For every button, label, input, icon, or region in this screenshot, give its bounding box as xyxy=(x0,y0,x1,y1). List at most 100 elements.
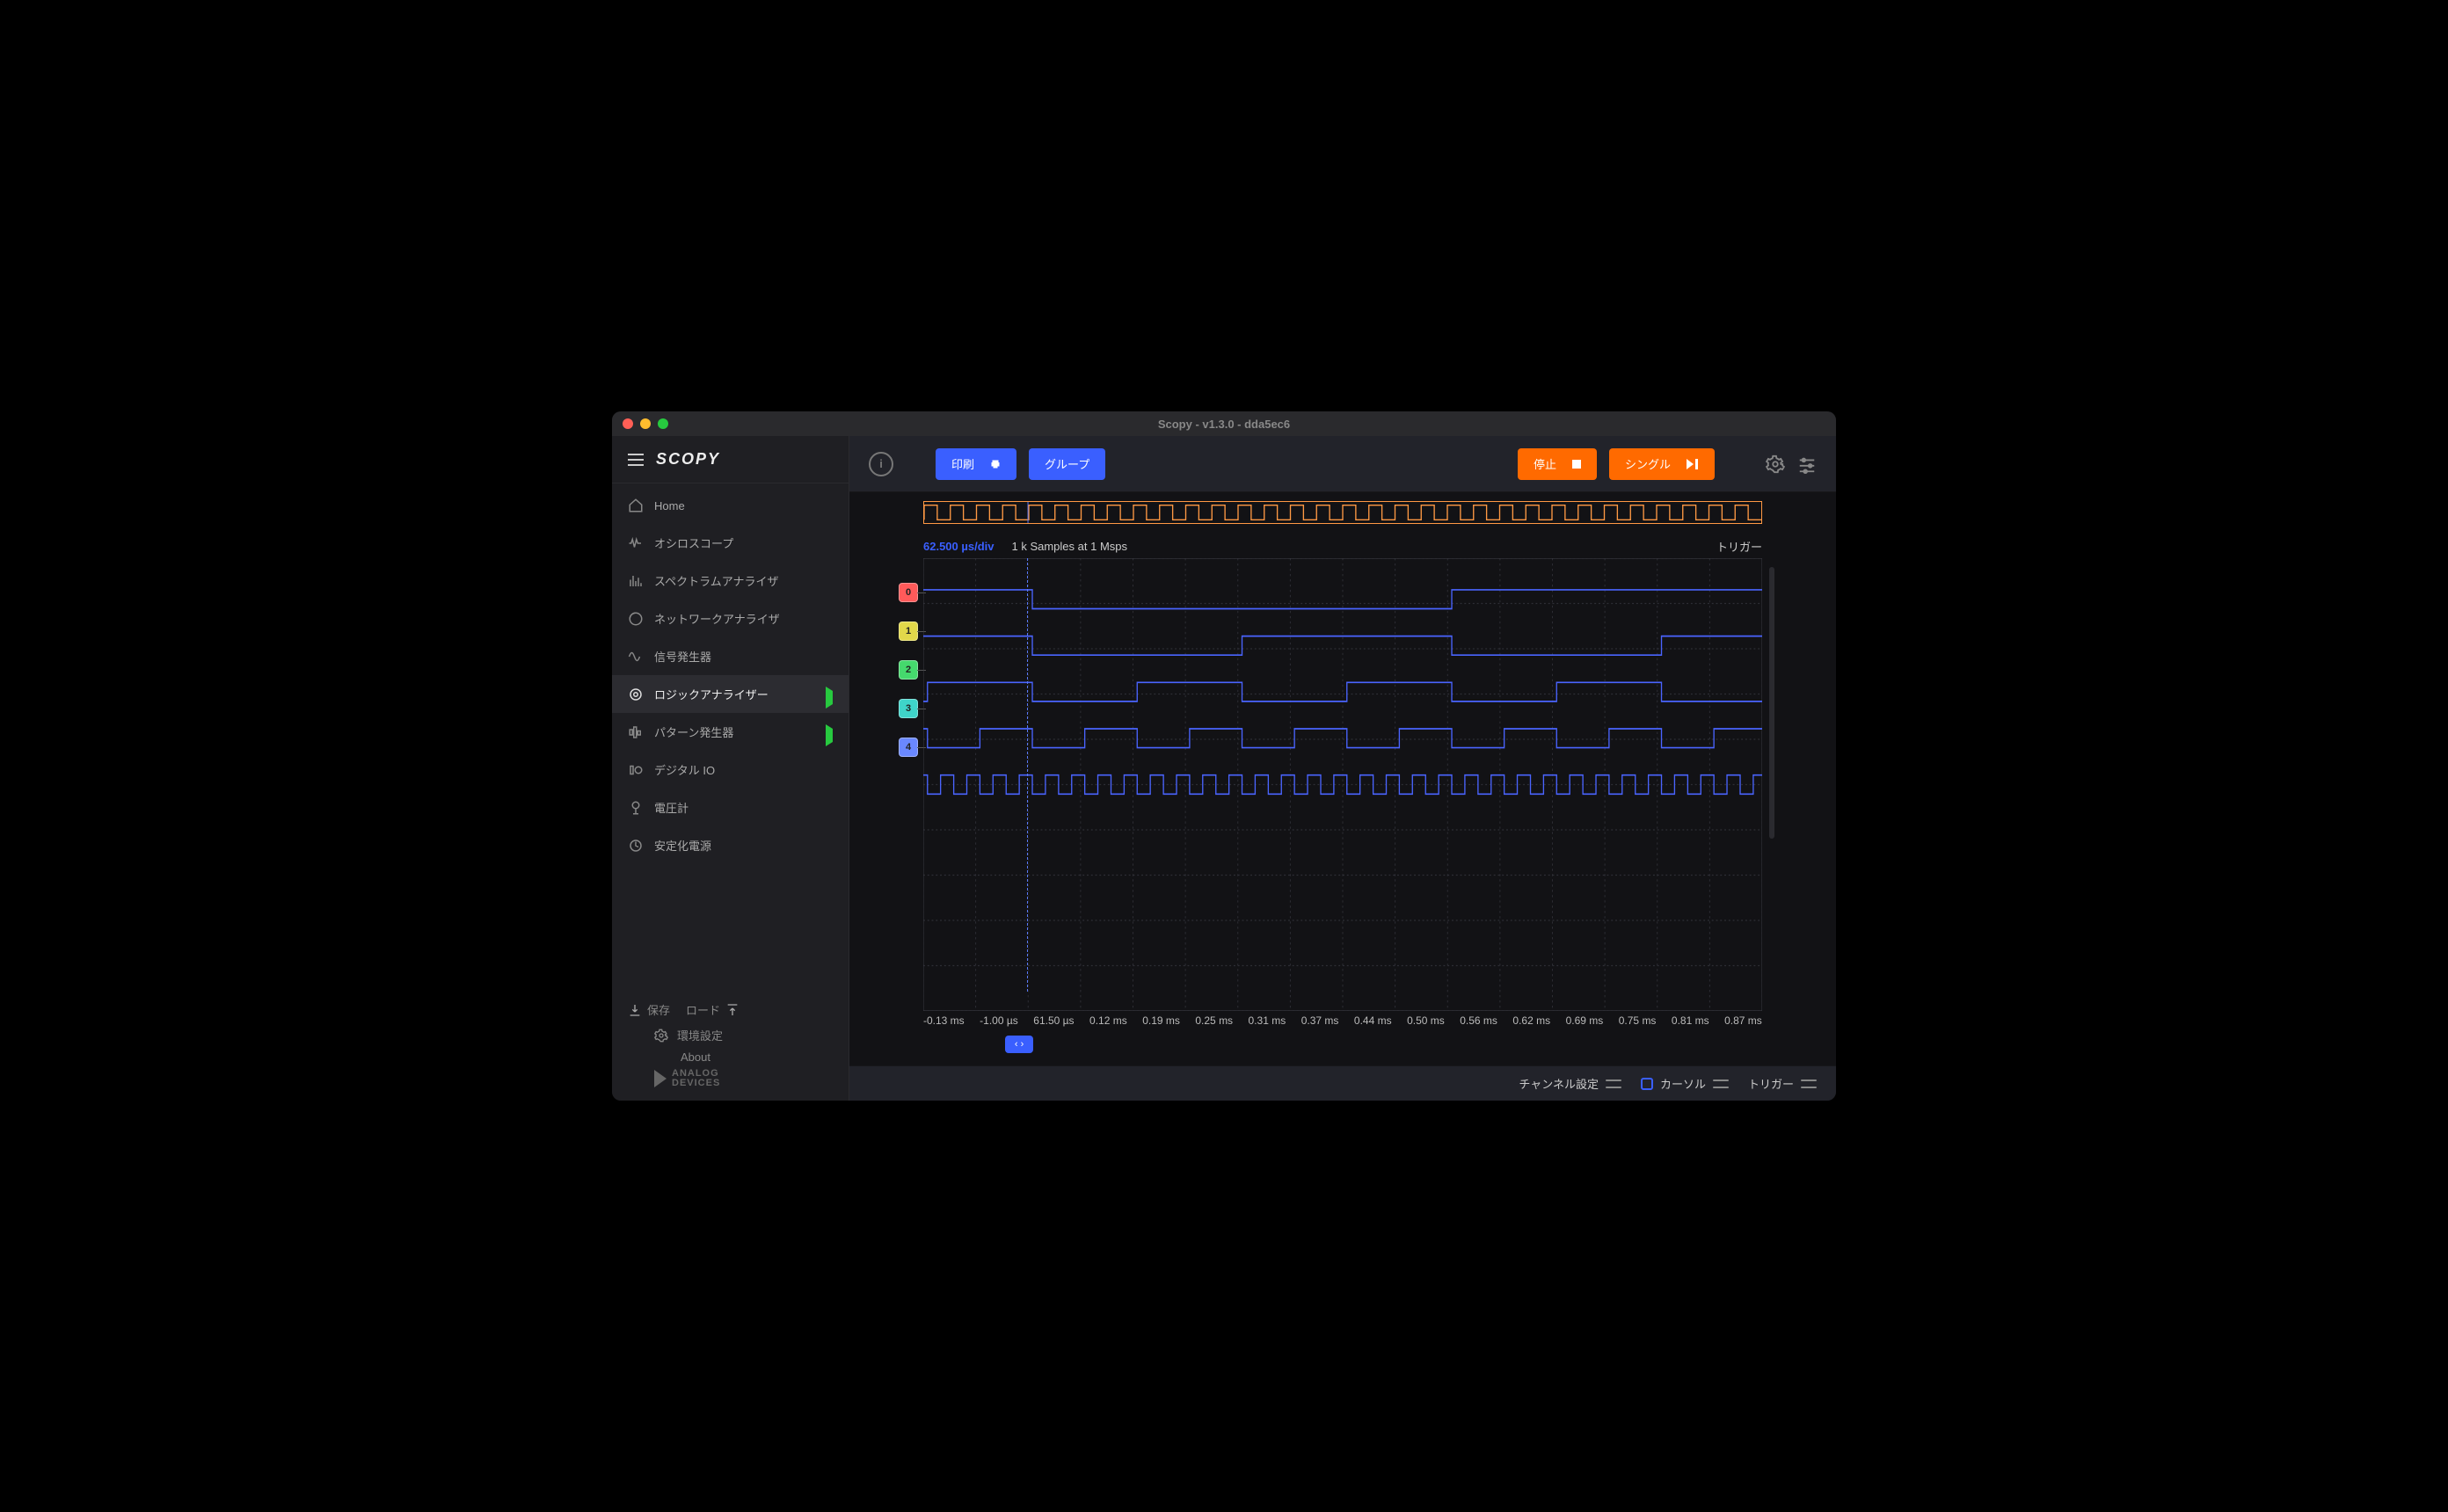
samples-label: 1 k Samples at 1 Msps xyxy=(1012,540,1128,553)
analog-devices-icon xyxy=(654,1070,667,1087)
group-button[interactable]: グループ xyxy=(1029,448,1105,480)
home-icon xyxy=(628,498,644,513)
x-tick: 0.31 ms xyxy=(1249,1014,1286,1032)
channel-tag-1[interactable]: 1 xyxy=(899,622,918,641)
overview-waveform[interactable] xyxy=(923,501,1762,524)
gear-icon[interactable] xyxy=(1766,454,1785,474)
channel-tag-0[interactable]: 0 xyxy=(899,583,918,602)
sidebar-item-spec[interactable]: スペクトラムアナライザ xyxy=(612,562,849,600)
app-logo: SCOPY xyxy=(656,450,720,469)
sidebar-item-osc[interactable]: オシロスコープ xyxy=(612,524,849,562)
timebase-label: 62.500 µs/div xyxy=(923,540,994,553)
logic-icon xyxy=(628,687,644,702)
checkbox-icon xyxy=(1641,1078,1653,1090)
trigger-settings-button[interactable]: トリガー xyxy=(1748,1075,1817,1092)
menu-icon[interactable] xyxy=(628,454,644,466)
stop-button[interactable]: 停止 xyxy=(1518,448,1597,480)
sidebar-footer: 保存 ロード 環境設定 About ANALOGDEVICES xyxy=(612,988,849,1101)
sidebar-item-label: ネットワークアナライザ xyxy=(654,610,780,627)
siggen-icon xyxy=(628,649,644,665)
print-button[interactable]: 印刷 xyxy=(936,448,1016,480)
x-axis: -0.13 ms -1.00 µs 61.50 µs 0.12 ms 0.19 ms 0.… xyxy=(923,1014,1762,1032)
sidebar-item-label: パターン発生器 xyxy=(654,723,733,740)
sidebar: SCOPY Home オシロスコープスペクトラムアナライザネットワークアナライザ信… xyxy=(612,436,849,1101)
info-icon[interactable]: i xyxy=(869,452,893,476)
x-tick: 0.50 ms xyxy=(1407,1014,1445,1032)
x-tick: 0.87 ms xyxy=(1724,1014,1762,1032)
sidebar-item-dio[interactable]: デジタル IO xyxy=(612,751,849,789)
cursor-handle[interactable]: ‹ › xyxy=(1005,1036,1033,1053)
x-tick: 0.19 ms xyxy=(1142,1014,1180,1032)
channel-tag-3[interactable]: 3 xyxy=(899,699,918,718)
channel-tag-4[interactable]: 4 xyxy=(899,738,918,757)
osc-icon xyxy=(628,535,644,551)
load-button[interactable]: ロード xyxy=(686,1001,740,1018)
canvas-area: 62.500 µs/div 1 k Samples at 1 Msps トリガー… xyxy=(849,492,1836,1065)
x-tick: 0.62 ms xyxy=(1512,1014,1550,1032)
printer-icon xyxy=(990,459,1001,469)
x-tick: 0.69 ms xyxy=(1566,1014,1604,1032)
x-tick: -0.13 ms xyxy=(923,1014,965,1032)
sidebar-nav: Home オシロスコープスペクトラムアナライザネットワークアナライザ信号発生器ロジ… xyxy=(612,483,849,988)
x-tick: 0.12 ms xyxy=(1089,1014,1127,1032)
about-link[interactable]: About xyxy=(628,1050,833,1064)
sidebar-item-net[interactable]: ネットワークアナライザ xyxy=(612,600,849,637)
sidebar-item-label: Home xyxy=(654,499,685,512)
sidebar-item-label: オシロスコープ xyxy=(654,534,733,551)
x-tick: 0.37 ms xyxy=(1301,1014,1339,1032)
stop-icon xyxy=(1572,460,1581,469)
sidebar-item-label: スペクトラムアナライザ xyxy=(654,572,778,589)
save-button[interactable]: 保存 xyxy=(628,1001,670,1018)
x-tick: 0.44 ms xyxy=(1354,1014,1392,1032)
x-tick: 0.25 ms xyxy=(1195,1014,1233,1032)
sidebar-item-psu[interactable]: 安定化電源 xyxy=(612,826,849,864)
single-button[interactable]: シングル xyxy=(1609,448,1715,480)
titlebar: Scopy - v1.3.0 - dda5ec6 xyxy=(612,411,1836,436)
plot-info-row: 62.500 µs/div 1 k Samples at 1 Msps トリガー xyxy=(923,538,1762,555)
sidebar-item-home[interactable]: Home xyxy=(612,487,849,524)
x-tick: 61.50 µs xyxy=(1033,1014,1074,1032)
cursor-line[interactable] xyxy=(1027,558,1028,992)
sidebar-item-label: デジタル IO xyxy=(654,761,715,778)
sidebar-item-label: 安定化電源 xyxy=(654,837,711,854)
sidebar-item-label: 電圧計 xyxy=(654,799,688,816)
app-window: Scopy - v1.3.0 - dda5ec6 SCOPY Home オシロスコ… xyxy=(612,411,1836,1101)
bottom-bar: チャンネル設定 カーソル トリガー xyxy=(849,1065,1836,1101)
sidebar-item-pattern[interactable]: パターン発生器 xyxy=(612,713,849,751)
sidebar-item-label: 信号発生器 xyxy=(654,648,711,665)
trigger-label: トリガー xyxy=(1716,538,1762,555)
sliders-icon xyxy=(1606,1078,1621,1090)
plot-row: 0 1 2 3 4 xyxy=(871,558,1815,1011)
x-tick: -1.00 µs xyxy=(980,1014,1018,1032)
channel-settings-button[interactable]: チャンネル設定 xyxy=(1519,1075,1621,1092)
sidebar-item-logic[interactable]: ロジックアナライザー xyxy=(612,675,849,713)
plot-area[interactable] xyxy=(923,558,1762,1011)
toolbar: i 印刷 グループ 停止 シングル xyxy=(849,436,1836,492)
vertical-scrollbar[interactable] xyxy=(1762,558,1780,1011)
x-tick: 0.56 ms xyxy=(1460,1014,1497,1032)
sidebar-item-volt[interactable]: 電圧計 xyxy=(612,789,849,826)
channel-tag-2[interactable]: 2 xyxy=(899,660,918,680)
gear-icon xyxy=(654,1029,668,1043)
spec-icon xyxy=(628,573,644,589)
psu-icon xyxy=(628,838,644,854)
sliders-icon xyxy=(1713,1078,1729,1090)
app-body: SCOPY Home オシロスコープスペクトラムアナライザネットワークアナライザ信… xyxy=(612,436,1836,1101)
sidebar-item-siggen[interactable]: 信号発生器 xyxy=(612,637,849,675)
dio-icon xyxy=(628,762,644,778)
main-panel: i 印刷 グループ 停止 シングル xyxy=(849,436,1836,1101)
cursor-toggle[interactable]: カーソル xyxy=(1641,1075,1729,1092)
preferences-button[interactable]: 環境設定 xyxy=(628,1027,833,1043)
sidebar-item-label: ロジックアナライザー xyxy=(654,686,769,702)
sidebar-header: SCOPY xyxy=(612,436,849,483)
volt-icon xyxy=(628,800,644,816)
sliders-icon[interactable] xyxy=(1797,454,1817,474)
pattern-icon xyxy=(628,724,644,740)
window-title: Scopy - v1.3.0 - dda5ec6 xyxy=(612,418,1836,431)
x-tick: 0.75 ms xyxy=(1619,1014,1657,1032)
sliders-icon xyxy=(1801,1078,1817,1090)
skip-icon xyxy=(1687,459,1699,469)
brand-logo: ANALOGDEVICES xyxy=(628,1069,833,1088)
channel-labels: 0 1 2 3 4 xyxy=(871,558,923,1011)
x-tick: 0.81 ms xyxy=(1672,1014,1709,1032)
